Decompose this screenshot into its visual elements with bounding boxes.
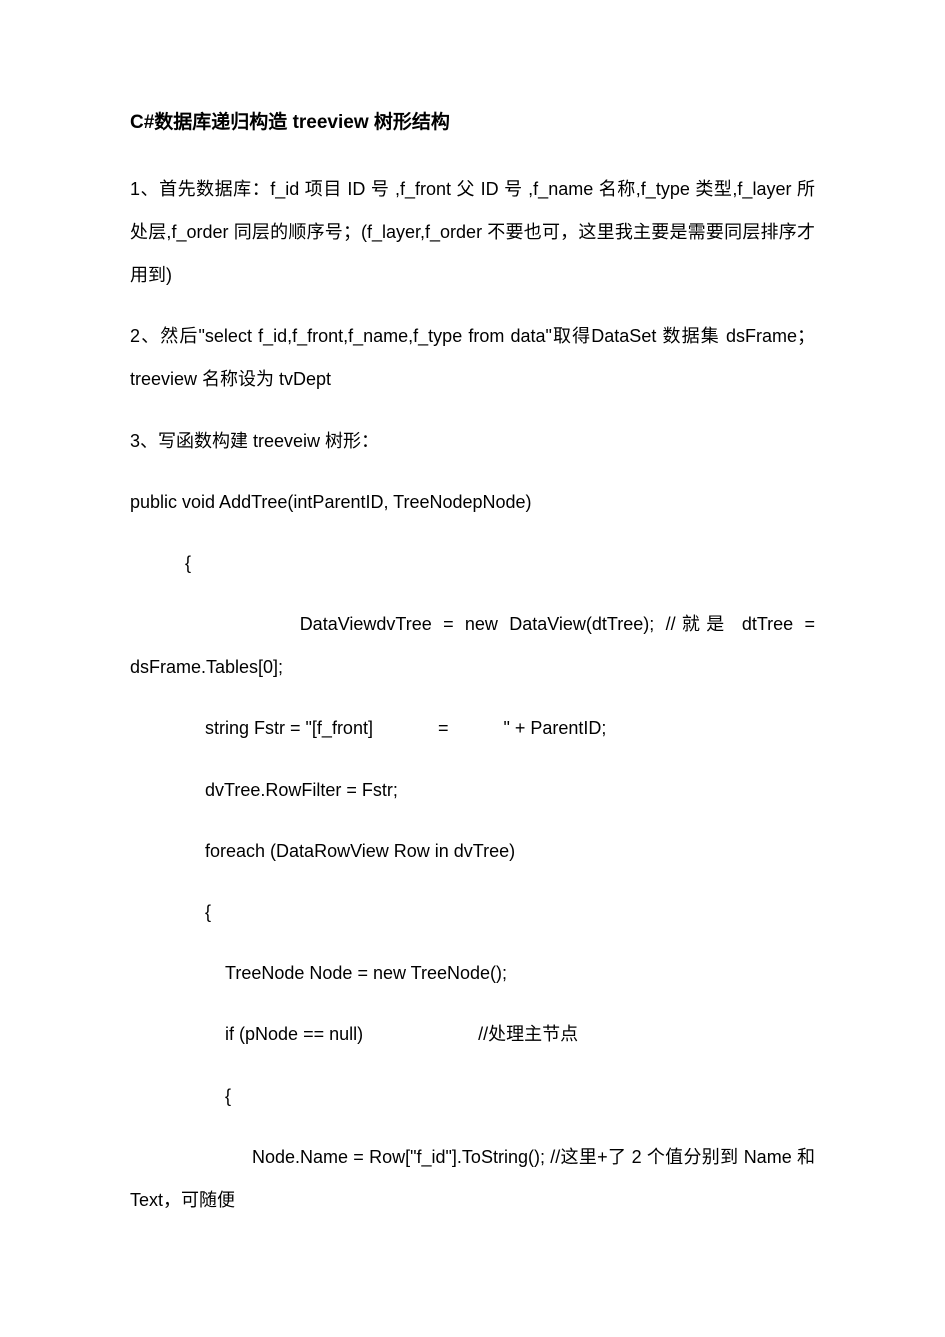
paragraph-3: 3、写函数构建 treeveiw 树形： (130, 420, 815, 463)
code-line: TreeNode Node = new TreeNode(); (130, 952, 815, 995)
code-line: { (130, 542, 815, 585)
code-line: string Fstr = "[f_front] = " + ParentID; (130, 707, 815, 750)
paragraph-2: 2、然后"select f_id,f_front,f_name,f_type f… (130, 315, 815, 401)
document-page: C#数据库递归构造 treeview 树形结构 1、首先数据库：f_id 项目 … (0, 0, 945, 1300)
code-line: { (130, 891, 815, 934)
code-line: dvTree.RowFilter = Fstr; (130, 769, 815, 812)
code-line: public void AddTree(intParentID, TreeNod… (130, 481, 815, 524)
paragraph-1: 1、首先数据库：f_id 项目 ID 号 ,f_front 父 ID 号 ,f_… (130, 168, 815, 298)
code-line: DataViewdvTree = new DataView(dtTree); /… (130, 603, 815, 689)
code-line: foreach (DataRowView Row in dvTree) (130, 830, 815, 873)
page-title: C#数据库递归构造 treeview 树形结构 (130, 100, 815, 146)
code-line: { (130, 1075, 815, 1118)
code-line: Node.Name = Row["f_id"].ToString(); //这里… (130, 1136, 815, 1222)
code-line: if (pNode == null) //处理主节点 (130, 1013, 815, 1056)
